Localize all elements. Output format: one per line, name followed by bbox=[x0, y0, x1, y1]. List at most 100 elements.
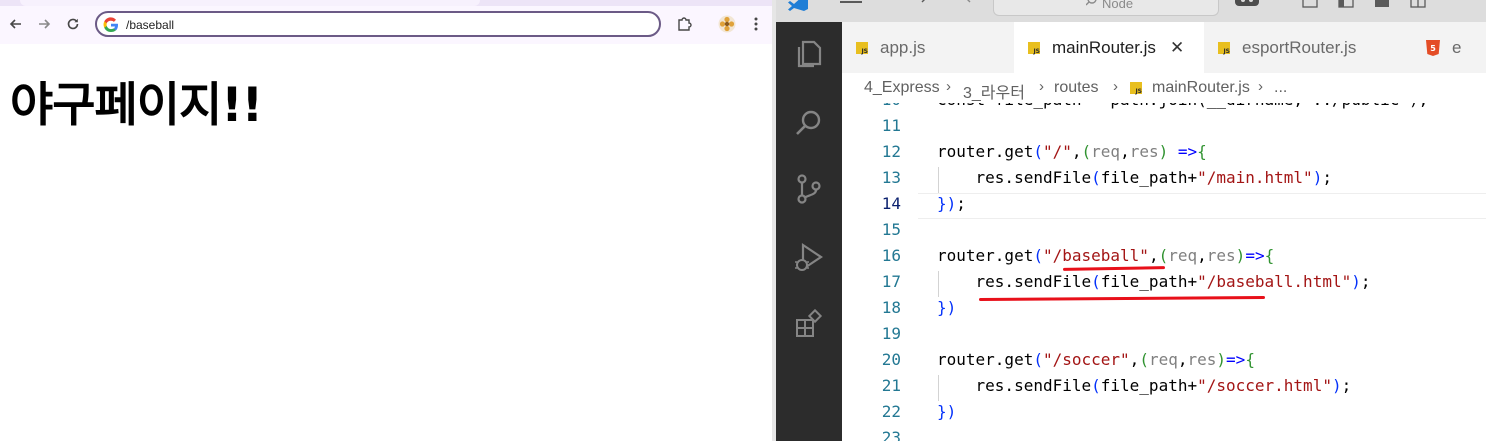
search-icon[interactable] bbox=[792, 106, 826, 140]
line-number: 16 bbox=[881, 246, 901, 265]
chevron-right-icon: › bbox=[946, 78, 951, 95]
back-arrow-icon bbox=[9, 19, 21, 29]
line-number: 18 bbox=[881, 298, 901, 317]
back-button[interactable] bbox=[5, 13, 27, 35]
forward-arrow-icon bbox=[39, 19, 51, 29]
layout-bottom-icon[interactable] bbox=[1374, 0, 1390, 8]
run-debug-icon[interactable] bbox=[792, 240, 826, 274]
breadcrumb-item[interactable]: routes bbox=[1054, 79, 1098, 97]
layout-sidebar-icon[interactable] bbox=[1338, 0, 1354, 8]
code-line: 23 bbox=[842, 425, 1486, 441]
layout-customize-icon[interactable] bbox=[1410, 0, 1426, 8]
layout-panel-icon[interactable] bbox=[1302, 0, 1318, 8]
source-control-icon[interactable] bbox=[792, 172, 826, 206]
js-file-icon bbox=[856, 41, 868, 55]
code-text: res.sendFile(file_path+"/soccer.html"); bbox=[937, 376, 1352, 395]
breadcrumb-item[interactable]: 4_Express bbox=[864, 79, 940, 97]
profile-avatar[interactable] bbox=[716, 13, 738, 35]
chevron-right-icon: › bbox=[1039, 78, 1044, 95]
code-line: 10 const file_path = path.join(__dirname… bbox=[842, 103, 1486, 113]
code-text: }) bbox=[937, 298, 957, 317]
breadcrumb: 4_Express › 3_라우터 › routes › mainRouter.… bbox=[842, 73, 1486, 103]
code-text: const file_path = path.join(__dirname,'.… bbox=[937, 103, 1428, 113]
code-line: 21 res.sendFile(file_path+"/soccer.html"… bbox=[842, 373, 1486, 399]
command-center-search[interactable]: Node bbox=[993, 0, 1219, 16]
flower-avatar-icon bbox=[718, 15, 736, 33]
reload-button[interactable] bbox=[62, 13, 84, 35]
tab-html-file[interactable]: 5 e bbox=[1426, 22, 1486, 73]
code-line: 11 bbox=[842, 113, 1486, 139]
breadcrumb-item[interactable]: ... bbox=[1274, 79, 1287, 97]
page-blank-area bbox=[0, 334, 774, 441]
tab-app-js[interactable]: app.js bbox=[856, 22, 1012, 73]
line-number: 13 bbox=[881, 168, 901, 187]
line-number: 23 bbox=[881, 428, 901, 441]
code-line: 20 router.get("/soccer",(req,res)=>{ bbox=[842, 347, 1486, 373]
hamburger-menu-icon[interactable] bbox=[840, 0, 862, 6]
browser-menu-button[interactable] bbox=[745, 13, 767, 35]
code-text: }); bbox=[937, 194, 966, 213]
vscode-logo-icon bbox=[788, 0, 808, 11]
editor-tabs: app.js mainRouter.js ✕ esportRouter.js 5… bbox=[842, 22, 1486, 74]
code-text: router.get("/",(req,res) =>{ bbox=[937, 142, 1207, 161]
breadcrumb-item[interactable]: mainRouter.js bbox=[1152, 79, 1250, 97]
code-line: 14 }); bbox=[842, 191, 1486, 217]
line-number: 20 bbox=[881, 350, 901, 369]
vscode-window: Node app.js mainRouter.js ✕ esportRouter… bbox=[776, 0, 1486, 441]
js-file-icon bbox=[1028, 41, 1040, 55]
tab-label: app.js bbox=[880, 37, 926, 57]
code-line: 17 res.sendFile(file_path+"/baseball.htm… bbox=[842, 269, 1486, 295]
nav-back-icon[interactable] bbox=[920, 0, 930, 7]
address-bar[interactable]: /baseball bbox=[95, 11, 661, 37]
line-number: 14 bbox=[881, 194, 901, 213]
forward-button[interactable] bbox=[33, 13, 55, 35]
extensions-icon[interactable] bbox=[792, 308, 826, 342]
copilot-icon[interactable] bbox=[1234, 0, 1260, 8]
google-icon bbox=[103, 17, 118, 33]
tab-esportrouter-js[interactable]: esportRouter.js bbox=[1218, 22, 1408, 73]
title-bar: Node bbox=[776, 0, 1486, 22]
js-file-icon bbox=[1218, 41, 1230, 55]
activity-bar bbox=[776, 22, 842, 441]
code-text: res.sendFile(file_path+"/baseball.html")… bbox=[937, 272, 1371, 291]
browser-window: /baseball 야구페이지!! bbox=[0, 0, 774, 441]
line-number: 21 bbox=[881, 376, 901, 395]
nav-forward-icon[interactable] bbox=[962, 0, 972, 7]
code-text: router.get("/soccer",(req,res)=>{ bbox=[937, 350, 1255, 369]
close-icon[interactable]: ✕ bbox=[1170, 38, 1184, 58]
chevron-right-icon: › bbox=[1113, 78, 1118, 95]
code-line: 12 router.get("/",(req,res) =>{ bbox=[842, 139, 1486, 165]
reload-icon bbox=[67, 18, 79, 30]
code-line: 22 }) bbox=[842, 399, 1486, 425]
kebab-menu-icon bbox=[754, 17, 758, 31]
js-file-icon bbox=[1130, 82, 1142, 95]
url-text: /baseball bbox=[126, 18, 175, 32]
chevron-right-icon: › bbox=[1258, 78, 1263, 95]
tab-label: esportRouter.js bbox=[1242, 37, 1357, 57]
line-number: 11 bbox=[881, 116, 901, 135]
line-number: 22 bbox=[881, 402, 901, 421]
line-number: 15 bbox=[881, 220, 901, 239]
browser-toolbar: /baseball bbox=[0, 6, 774, 44]
code-line: 15 bbox=[842, 217, 1486, 243]
code-text: }) bbox=[937, 402, 957, 421]
html-file-icon: 5 bbox=[1426, 39, 1440, 56]
breadcrumb-item[interactable]: 3_라우터 bbox=[963, 79, 1025, 103]
code-line: 13 res.sendFile(file_path+"/main.html"); bbox=[842, 165, 1486, 191]
code-line: 16 router.get("/baseball",(req,res)=>{ bbox=[842, 243, 1486, 269]
code-text: res.sendFile(file_path+"/main.html"); bbox=[937, 168, 1332, 187]
line-number: 12 bbox=[881, 142, 901, 161]
code-line: 19 bbox=[842, 321, 1486, 347]
page-content: 야구페이지!! bbox=[0, 44, 774, 334]
code-text: router.get("/baseball",(req,res)=>{ bbox=[937, 246, 1275, 265]
extensions-button[interactable] bbox=[674, 13, 696, 35]
tab-label: e bbox=[1452, 37, 1462, 57]
line-number: 17 bbox=[881, 272, 901, 291]
explorer-icon[interactable] bbox=[792, 37, 826, 71]
tab-label: mainRouter.js bbox=[1052, 37, 1156, 57]
svg-text:5: 5 bbox=[1430, 44, 1436, 53]
puzzle-icon bbox=[678, 17, 692, 31]
code-editor[interactable]: 10 const file_path = path.join(__dirname… bbox=[842, 103, 1486, 441]
command-center-label: Node bbox=[1102, 0, 1134, 11]
tab-mainrouter-js[interactable]: mainRouter.js ✕ bbox=[1014, 22, 1204, 73]
